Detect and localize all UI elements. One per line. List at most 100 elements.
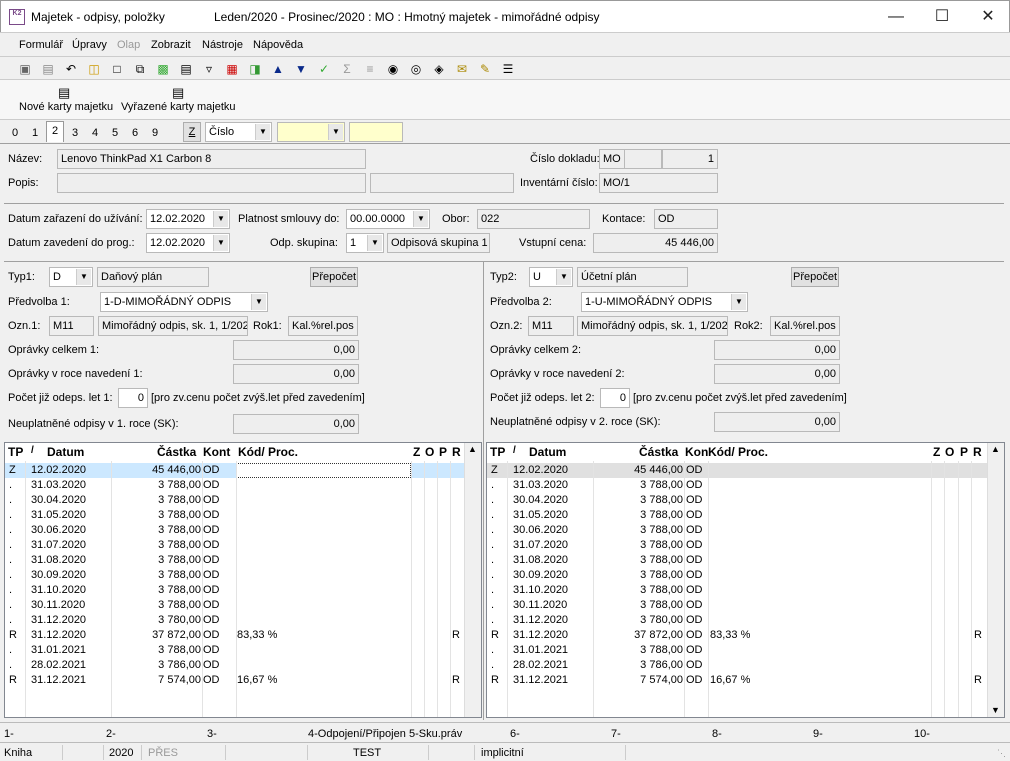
neupl2-field[interactable]: 0,00 [714, 412, 840, 432]
table-row[interactable]: . 30.04.2020 3 788,00 OD [487, 493, 987, 508]
datum-zavedeni-field[interactable]: 12.02.2020 ▼ [146, 233, 230, 253]
menu-upravy[interactable]: Úpravy [72, 39, 107, 51]
neupl1-field[interactable]: 0,00 [233, 414, 359, 434]
close-icon[interactable]: ✕ [965, 1, 1010, 33]
col-datum[interactable]: Datum [529, 443, 566, 461]
left-odpisy-grid[interactable]: TP / Datum Částka Kont Kód/ Proc. Z O P … [4, 442, 482, 718]
predvolba2-select[interactable]: 1-U-MIMOŘÁDNÝ ODPIS ▼ [581, 292, 748, 312]
scroll-up-icon[interactable]: ▲ [468, 444, 477, 454]
book-icon[interactable]: ▤ [178, 61, 194, 77]
right-grid-scrollbar[interactable]: ▲ ▼ [987, 443, 1004, 717]
copy-icon[interactable]: ⧉ [132, 61, 148, 77]
kontace-field[interactable]: OD [654, 209, 718, 229]
table-row[interactable]: . 31.03.2020 3 788,00 OD [487, 478, 987, 493]
fkey-9[interactable]: 9- [813, 728, 823, 740]
table-row[interactable]: . 31.08.2020 3 788,00 OD [487, 553, 987, 568]
col-tp[interactable]: TP [490, 443, 505, 461]
datum-zarazeni-field[interactable]: 12.02.2020 ▼ [146, 209, 230, 229]
new-cards-button[interactable]: Nové karty majetku [19, 101, 113, 113]
menu-nastroje[interactable]: Nástroje [202, 39, 243, 51]
focus-cell[interactable] [236, 463, 411, 478]
find-next-icon[interactable]: ◎ [408, 61, 424, 77]
fkey-5[interactable]: 5-Sku.práv [409, 728, 462, 740]
sum-icon[interactable]: Σ [339, 61, 355, 77]
col-p[interactable]: P [439, 443, 447, 461]
prepocet1-button[interactable]: Přepočet [310, 267, 358, 287]
col-r[interactable]: R [452, 443, 461, 461]
fkey-2[interactable]: 2- [106, 728, 116, 740]
popis2-field[interactable] [370, 173, 514, 193]
pocet2-field[interactable]: 0 [600, 388, 630, 408]
table-row[interactable]: . 30.11.2020 3 788,00 OD [5, 598, 464, 613]
col-kont[interactable]: Kont [203, 443, 230, 461]
table-row[interactable]: . 31.07.2020 3 788,00 OD [5, 538, 464, 553]
minimize-icon[interactable]: — [873, 1, 919, 33]
find-replace-icon[interactable]: ◈ [431, 61, 447, 77]
table-row[interactable]: . 31.12.2020 3 780,00 OD [5, 613, 464, 628]
tab-9[interactable]: 9 [146, 123, 164, 141]
table-row[interactable]: . 31.10.2020 3 788,00 OD [5, 583, 464, 598]
discarded-cards-button[interactable]: Vyřazené karty majetku [121, 101, 236, 113]
platnost-field[interactable]: 00.00.0000 ▼ [346, 209, 430, 229]
clear-filter-icon[interactable]: ▦ [224, 61, 240, 77]
save-icon[interactable]: ▣ [17, 61, 33, 77]
search-input[interactable] [349, 122, 403, 142]
table-row[interactable]: . 31.01.2021 3 788,00 OD [487, 643, 987, 658]
filter-icon[interactable]: ▿ [201, 61, 217, 77]
col-kod[interactable]: Kód/ Proc. [238, 443, 298, 461]
scroll-up-icon[interactable]: ▲ [991, 444, 1000, 454]
opr-roce1-field[interactable]: 0,00 [233, 364, 359, 384]
table-row[interactable]: . 31.07.2020 3 788,00 OD [487, 538, 987, 553]
menu-napoveda[interactable]: Nápověda [253, 39, 303, 51]
table-row[interactable]: . 31.08.2020 3 788,00 OD [5, 553, 464, 568]
fkey-10[interactable]: 10- [914, 728, 930, 740]
search-field-select[interactable]: Číslo ▼ [205, 122, 272, 142]
arrow-up-icon[interactable]: ▲ [270, 61, 286, 77]
maximize-icon[interactable]: ☐ [919, 1, 965, 33]
col-castka[interactable]: Částka [639, 443, 678, 461]
fkey-4[interactable]: 4-Odpojení/Připojen [308, 728, 406, 740]
col-castka[interactable]: Částka [157, 443, 196, 461]
filter-off-icon[interactable]: ≡ [362, 61, 378, 77]
col-tp[interactable]: TP [8, 443, 23, 461]
arrow-down-icon[interactable]: ▼ [293, 61, 309, 77]
right-odpisy-grid[interactable]: TP / Datum Částka Kon Kód/ Proc. Z O P R… [486, 442, 1005, 718]
fkey-6[interactable]: 6- [510, 728, 520, 740]
opr-celkem2-field[interactable]: 0,00 [714, 340, 840, 360]
typ2-select[interactable]: U ▼ [529, 267, 573, 287]
open-folder-icon[interactable]: ◫ [86, 61, 102, 77]
table-row[interactable]: . 30.06.2020 3 788,00 OD [487, 523, 987, 538]
col-o[interactable]: O [945, 443, 954, 461]
table-row[interactable]: . 31.05.2020 3 788,00 OD [5, 508, 464, 523]
binoculars-icon[interactable]: ◉ [385, 61, 401, 77]
tab-1[interactable]: 1 [26, 123, 44, 141]
tab-0[interactable]: 0 [6, 123, 24, 141]
pocet1-field[interactable]: 0 [118, 388, 148, 408]
ozn2-field[interactable]: M11 [528, 316, 574, 336]
table-row[interactable]: . 30.11.2020 3 788,00 OD [487, 598, 987, 613]
rok2-field[interactable]: Kal.%rel.pos [770, 316, 840, 336]
stack-icon[interactable]: ◨ [247, 61, 263, 77]
table-row[interactable]: . 31.05.2020 3 788,00 OD [487, 508, 987, 523]
new-document-icon[interactable]: □ [109, 61, 125, 77]
left-grid-scrollbar[interactable]: ▲ [464, 443, 481, 717]
fkey-7[interactable]: 7- [611, 728, 621, 740]
table-row[interactable]: . 31.03.2020 3 788,00 OD [5, 478, 464, 493]
col-sort-icon[interactable]: / [31, 443, 34, 461]
table-row[interactable]: . 28.02.2021 3 786,00 OD [487, 658, 987, 673]
popis-field[interactable] [57, 173, 366, 193]
col-z[interactable]: Z [933, 443, 940, 461]
table-row[interactable]: . 30.06.2020 3 788,00 OD [5, 523, 464, 538]
search-operator-select[interactable]: ▼ [277, 122, 345, 142]
col-o[interactable]: O [425, 443, 434, 461]
table-row[interactable]: . 31.10.2020 3 788,00 OD [487, 583, 987, 598]
doc-series-field[interactable] [624, 149, 662, 169]
table-row[interactable]: . 28.02.2021 3 786,00 OD [5, 658, 464, 673]
col-sort-icon[interactable]: / [513, 443, 516, 461]
rok1-field[interactable]: Kal.%rel.pos [288, 316, 358, 336]
ozn1-field[interactable]: M11 [49, 316, 94, 336]
z-filter-button[interactable]: Z [183, 122, 201, 142]
table-row[interactable]: Z 12.02.2020 45 446,00 OD [487, 463, 987, 478]
fkey-8[interactable]: 8- [712, 728, 722, 740]
col-kont[interactable]: Kon [685, 443, 708, 461]
